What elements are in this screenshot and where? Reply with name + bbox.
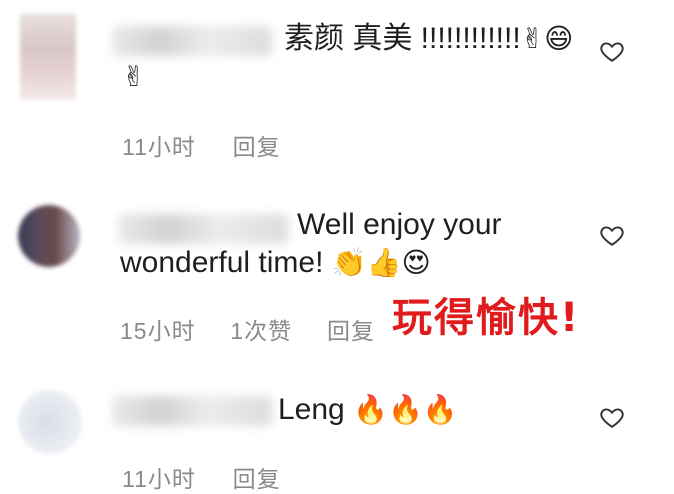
overlay-caption: 玩得愉快! [392,295,581,341]
emoji-group: 👏👍😍 [331,246,431,279]
username-blurred[interactable] [112,396,272,426]
reply-button[interactable]: 回复 [327,318,375,344]
likes-count[interactable]: 1次赞 [230,318,292,344]
timestamp: 11小时 [122,134,196,160]
avatar[interactable] [20,14,76,100]
username-blurred[interactable] [118,214,288,244]
avatar[interactable] [18,390,82,454]
comment-text: 素颜 真美 !!!!!!!!!!!!✌😄 [284,20,573,58]
heart-icon[interactable] [599,38,625,64]
timestamp: 15小时 [120,318,196,344]
avatar[interactable] [18,205,80,267]
comment-body: wonderful time! [120,246,324,279]
comment-text: Leng 🔥🔥🔥 [278,391,458,429]
reply-button[interactable]: 回复 [233,466,281,492]
comment-meta: 11小时 回复 [122,128,281,162]
comment-text-line1: Well enjoy your [297,208,502,241]
comment-body: 素颜 真美 !!!!!!!!!!!! [284,22,521,55]
emoji-victory: ✌ [122,60,146,93]
comment-meta: 15小时 1次赞 回复 [120,312,375,346]
timestamp: 11小时 [122,466,196,492]
reply-button[interactable]: 回复 [233,134,281,160]
comment-meta: 11小时 回复 [122,460,281,494]
emoji-group: 🔥🔥🔥 [353,393,458,426]
comment-body: Leng [278,393,345,426]
heart-icon[interactable] [599,404,625,430]
emoji-group: ✌😄 [520,22,574,55]
username-blurred[interactable] [112,26,272,56]
heart-icon[interactable] [599,222,625,248]
comment-text-line2: wonderful time! 👏👍😍 [120,244,431,282]
